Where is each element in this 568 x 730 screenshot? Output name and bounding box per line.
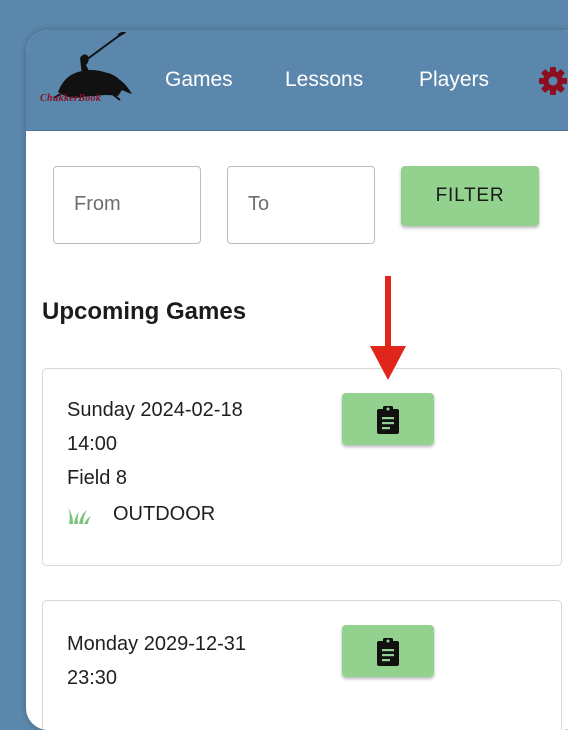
game-date: Monday 2029-12-31 bbox=[67, 633, 247, 655]
grass-icon bbox=[68, 508, 91, 524]
game-type: OUTDOOR bbox=[113, 503, 216, 525]
game-time: 14:00 bbox=[67, 433, 118, 455]
to-date-input[interactable] bbox=[248, 193, 358, 216]
section-title: Upcoming Games bbox=[42, 298, 247, 325]
to-date-field[interactable] bbox=[227, 166, 375, 244]
gear-icon[interactable] bbox=[538, 66, 568, 96]
clipboard-button[interactable] bbox=[342, 393, 434, 445]
app-window: ChukkerBook Games Lessons Players FILTER… bbox=[26, 30, 568, 730]
filter-button[interactable]: FILTER bbox=[401, 166, 539, 226]
from-date-field[interactable] bbox=[53, 166, 201, 244]
top-navigation-bar: ChukkerBook Games Lessons Players bbox=[26, 30, 568, 131]
game-card: Monday 2029-12-31 23:30 bbox=[42, 600, 562, 730]
clipboard-icon bbox=[377, 406, 399, 434]
annotation-arrow-icon bbox=[370, 276, 406, 380]
game-card: Sunday 2024-02-18 14:00 Field 8 OUTDOOR bbox=[42, 368, 562, 566]
nav-games[interactable]: Games bbox=[165, 68, 233, 92]
nav-players[interactable]: Players bbox=[419, 68, 489, 92]
game-time: 23:30 bbox=[67, 667, 118, 689]
game-field: Field 8 bbox=[67, 467, 128, 489]
clipboard-icon bbox=[377, 638, 399, 666]
from-date-input[interactable] bbox=[74, 193, 184, 216]
game-date: Sunday 2024-02-18 bbox=[67, 399, 243, 421]
nav-lessons[interactable]: Lessons bbox=[285, 68, 363, 92]
brand-name: ChukkerBook bbox=[40, 93, 102, 104]
clipboard-button[interactable] bbox=[342, 625, 434, 677]
